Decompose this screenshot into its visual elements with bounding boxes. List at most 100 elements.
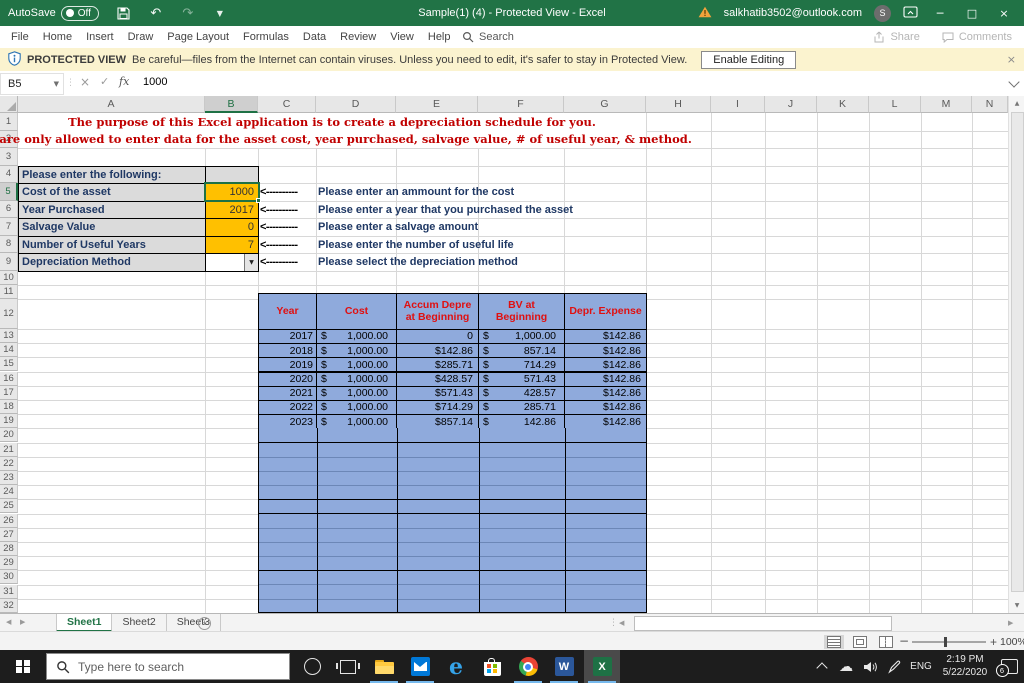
table-empty-region[interactable] bbox=[258, 428, 647, 613]
hscroll-right-icon[interactable]: ▶ bbox=[1008, 619, 1013, 627]
row-header-11[interactable]: 11 bbox=[0, 285, 18, 299]
row-header-31[interactable]: 31 bbox=[0, 585, 18, 599]
column-header-N[interactable]: N bbox=[972, 96, 1008, 113]
cell-G16[interactable]: $142.86 bbox=[564, 372, 647, 387]
ribbon-tab-insert[interactable]: Insert bbox=[79, 26, 121, 48]
column-header-F[interactable]: F bbox=[478, 96, 564, 113]
volume-icon[interactable] bbox=[858, 661, 882, 673]
file-explorer-button[interactable] bbox=[366, 650, 402, 683]
cell-G15[interactable]: $142.86 bbox=[564, 357, 647, 372]
vertical-scrollbar[interactable]: ▲ ▼ bbox=[1008, 96, 1024, 613]
column-header-M[interactable]: M bbox=[921, 96, 972, 113]
column-header-L[interactable]: L bbox=[869, 96, 921, 113]
cell-B8[interactable]: 7 bbox=[205, 236, 259, 255]
cell-E13[interactable]: 0 bbox=[396, 329, 479, 344]
cell-C14[interactable]: 2018 bbox=[258, 343, 317, 358]
save-button[interactable] bbox=[115, 4, 133, 22]
column-header-J[interactable]: J bbox=[765, 96, 817, 113]
cell-E19[interactable]: $857.14 bbox=[396, 414, 479, 429]
cell-F17[interactable]: $428.57 bbox=[478, 386, 565, 401]
cell-F14[interactable]: $857.14 bbox=[478, 343, 565, 358]
cell-D17[interactable]: $1,000.00 bbox=[316, 386, 397, 401]
zoom-slider-thumb[interactable] bbox=[944, 637, 947, 647]
close-button[interactable]: × bbox=[994, 7, 1014, 20]
cell-E18[interactable]: $714.29 bbox=[396, 400, 479, 415]
ribbon-search[interactable]: Search bbox=[462, 26, 514, 48]
taskbar-search-input[interactable]: Type here to search bbox=[46, 653, 290, 680]
next-sheet-icon[interactable]: ▶ bbox=[20, 618, 25, 626]
clock[interactable]: 2:19 PM5/22/2020 bbox=[936, 654, 994, 679]
cell-C19[interactable]: 2023 bbox=[258, 414, 317, 429]
row-header-25[interactable]: 25 bbox=[0, 499, 18, 513]
edge-button[interactable]: e bbox=[438, 650, 474, 683]
cell-A7[interactable]: Salvage Value bbox=[18, 218, 206, 237]
action-center-button[interactable]: 6 bbox=[994, 659, 1024, 674]
horizontal-scroll-thumb[interactable] bbox=[634, 616, 892, 631]
column-header-E[interactable]: E bbox=[396, 96, 478, 113]
row-header-14[interactable]: 14 bbox=[0, 343, 18, 357]
cell-G18[interactable]: $142.86 bbox=[564, 400, 647, 415]
row-header-3[interactable]: 3 bbox=[0, 148, 18, 166]
enable-editing-button[interactable]: Enable Editing bbox=[701, 51, 796, 69]
cell-B4[interactable] bbox=[205, 166, 259, 185]
row-header-18[interactable]: 18 bbox=[0, 400, 18, 414]
cell-C15[interactable]: 2019 bbox=[258, 357, 317, 372]
account-email[interactable]: salkhatib3502@outlook.com bbox=[724, 7, 862, 19]
dismiss-bar-icon[interactable]: × bbox=[1007, 53, 1016, 66]
cell-B9[interactable] bbox=[205, 253, 259, 272]
cell-C18[interactable]: 2022 bbox=[258, 400, 317, 415]
hscroll-left-icon[interactable]: ◀ bbox=[619, 619, 624, 627]
cell-D18[interactable]: $1,000.00 bbox=[316, 400, 397, 415]
row-header-9[interactable]: 9 bbox=[0, 253, 18, 271]
autosave-switch[interactable]: Off bbox=[61, 6, 99, 21]
ribbon-tab-review[interactable]: Review bbox=[333, 26, 383, 48]
maximize-button[interactable]: □ bbox=[962, 7, 982, 20]
autosave-toggle[interactable]: AutoSave Off bbox=[8, 6, 99, 21]
row-header-17[interactable]: 17 bbox=[0, 386, 18, 400]
language-indicator[interactable]: ENG bbox=[906, 661, 936, 672]
avatar[interactable]: S bbox=[874, 5, 891, 22]
cell-A4[interactable]: Please enter the following: bbox=[18, 166, 206, 185]
row-header-16[interactable]: 16 bbox=[0, 372, 18, 386]
row-header-23[interactable]: 23 bbox=[0, 471, 18, 485]
ribbon-tab-data[interactable]: Data bbox=[296, 26, 333, 48]
cell-F13[interactable]: $1,000.00 bbox=[478, 329, 565, 344]
minimize-button[interactable]: ─ bbox=[930, 7, 950, 20]
row-header-20[interactable]: 20 bbox=[0, 428, 18, 442]
row-header-13[interactable]: 13 bbox=[0, 329, 18, 343]
tab-split-handle[interactable]: ⋮ bbox=[609, 618, 618, 628]
row-header-24[interactable]: 24 bbox=[0, 485, 18, 499]
cell-F18[interactable]: $285.71 bbox=[478, 400, 565, 415]
cell-G13[interactable]: $142.86 bbox=[564, 329, 647, 344]
zoom-slider[interactable] bbox=[912, 641, 986, 643]
cell-C16[interactable]: 2020 bbox=[258, 372, 317, 387]
row-header-6[interactable]: 6 bbox=[0, 201, 18, 219]
column-header-B[interactable]: B bbox=[205, 96, 258, 113]
spreadsheet-grid[interactable]: ABCDEFGHIJKLMN12345678910111213141516171… bbox=[0, 96, 1008, 613]
cell-D14[interactable]: $1,000.00 bbox=[316, 343, 397, 358]
row-header-30[interactable]: 30 bbox=[0, 570, 18, 584]
vertical-scroll-thumb[interactable] bbox=[1011, 112, 1024, 592]
row-header-22[interactable]: 22 bbox=[0, 457, 18, 471]
row-header-5[interactable]: 5 bbox=[0, 183, 18, 201]
namebox-dropdown-icon[interactable]: ▼ bbox=[54, 80, 59, 88]
cell-E15[interactable]: $285.71 bbox=[396, 357, 479, 372]
windows-ink-icon[interactable] bbox=[882, 660, 906, 674]
horizontal-scrollbar[interactable] bbox=[631, 615, 1006, 631]
start-button[interactable] bbox=[0, 650, 46, 683]
row-header-4[interactable]: 4 bbox=[0, 166, 18, 184]
ribbon-tab-page-layout[interactable]: Page Layout bbox=[160, 26, 236, 48]
ribbon-tab-draw[interactable]: Draw bbox=[121, 26, 161, 48]
cell-D19[interactable]: $1,000.00 bbox=[316, 414, 397, 429]
depreciation-method-dropdown[interactable] bbox=[244, 254, 258, 271]
mail-button[interactable] bbox=[402, 650, 438, 683]
confirm-entry-icon[interactable]: ✓ bbox=[100, 75, 109, 88]
cell-F15[interactable]: $714.29 bbox=[478, 357, 565, 372]
prev-sheet-icon[interactable]: ◀ bbox=[6, 618, 11, 626]
chrome-button[interactable] bbox=[510, 650, 546, 683]
select-all-corner[interactable] bbox=[0, 96, 18, 113]
cell-G14[interactable]: $142.86 bbox=[564, 343, 647, 358]
cell-F16[interactable]: $571.43 bbox=[478, 372, 565, 387]
row-header-29[interactable]: 29 bbox=[0, 556, 18, 570]
cell-A5[interactable]: Cost of the asset bbox=[18, 183, 206, 202]
